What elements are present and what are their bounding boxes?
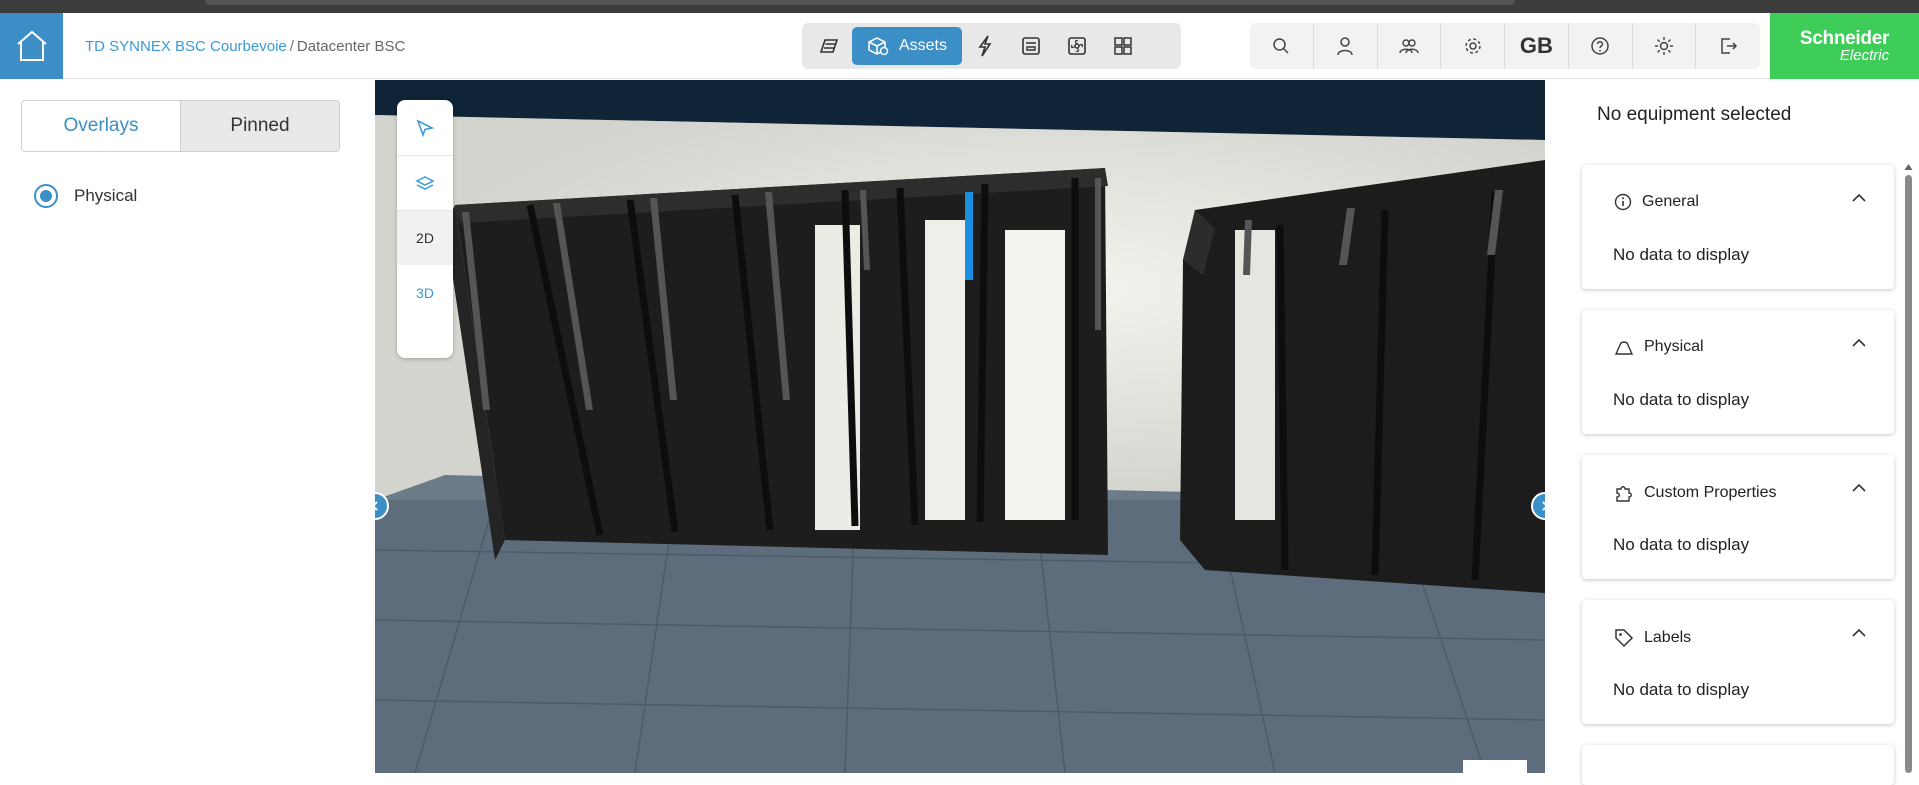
selection-status: No equipment selected — [1597, 104, 1792, 125]
brand-name-line2: Electric — [1839, 47, 1890, 64]
puzzle-icon — [1616, 486, 1632, 502]
search-button[interactable] — [1250, 23, 1314, 69]
section-general-header[interactable]: General — [1614, 193, 1699, 211]
tab-pinned[interactable]: Pinned — [180, 101, 339, 151]
physical-radio[interactable] — [34, 184, 58, 208]
overlay-tab-switch: Overlays Pinned — [21, 100, 340, 152]
select-tool-button[interactable] — [397, 100, 453, 155]
power-mode-button[interactable] — [962, 27, 1008, 65]
server-rack-row-left — [445, 168, 1108, 560]
tab-overlays[interactable]: Overlays — [22, 101, 180, 151]
left-panel: Overlays Pinned Physical — [0, 80, 375, 773]
scrollbar-thumb[interactable] — [1905, 175, 1912, 773]
viewport-toolbar: 2D 3D — [397, 100, 453, 358]
scroll-up-arrow-icon[interactable] — [1904, 163, 1913, 171]
cooling-icon — [1068, 37, 1086, 55]
section-empty-text: No data to display — [1613, 245, 1750, 264]
section-custom-properties-header[interactable]: Custom Properties — [1614, 483, 1777, 503]
section-empty-text: No data to display — [1613, 680, 1750, 699]
logout-button[interactable] — [1696, 23, 1760, 69]
chevron-left-icon — [375, 501, 378, 511]
3d-viewport[interactable]: 2D 3D — [375, 80, 1545, 773]
mode-switcher: Assets — [802, 23, 1181, 69]
section-empty-text: No data to display — [1613, 535, 1750, 554]
user-button[interactable] — [1314, 23, 1378, 69]
header-toolbar: GB — [1250, 23, 1760, 69]
layer-label: Physical — [74, 186, 138, 205]
section-general: General No data to display — [1582, 165, 1894, 289]
brand-logo: Schneider Electric — [1770, 13, 1919, 79]
settings-button[interactable] — [1441, 23, 1505, 69]
chevron-up-icon[interactable] — [1852, 193, 1866, 203]
users-icon — [1399, 39, 1419, 54]
power-icon — [978, 35, 992, 57]
browser-top-strip — [0, 0, 1919, 13]
server-rack-row-right — [1180, 160, 1545, 593]
section-physical-header[interactable]: Physical — [1614, 338, 1704, 356]
brand-name-line1: Schneider — [1799, 28, 1890, 49]
breadcrumb-site[interactable]: TD SYNNEX BSC Courbevoie — [85, 38, 287, 55]
chevron-up-icon[interactable] — [1852, 338, 1866, 348]
physical-icon — [1614, 341, 1634, 355]
section-empty-text: No data to display — [1613, 390, 1750, 409]
viewport-corner-widget — [1463, 760, 1527, 773]
breadcrumb-current: Datacenter BSC — [296, 37, 406, 55]
logout-icon — [1721, 38, 1738, 54]
home-button[interactable] — [0, 13, 63, 79]
right-panel-scrollbar[interactable] — [1904, 163, 1913, 773]
chevron-up-icon[interactable] — [1852, 483, 1866, 493]
view-3d-button[interactable]: 3D — [397, 265, 453, 320]
theme-button[interactable] — [1633, 23, 1697, 69]
network-icon — [1022, 37, 1040, 55]
assets-mode-label: Assets — [898, 37, 947, 54]
rack-mode-button[interactable] — [806, 27, 852, 65]
home-icon — [16, 30, 47, 61]
section-labels-header[interactable]: Labels — [1614, 628, 1691, 648]
layers-tool-button[interactable] — [397, 155, 453, 210]
breadcrumb-separator: / — [289, 37, 294, 55]
section-custom-properties: Custom Properties No data to display — [1582, 455, 1894, 579]
users-button[interactable] — [1378, 23, 1442, 69]
layers-icon — [415, 176, 435, 190]
breadcrumb: TD SYNNEX BSC Courbevoie / Datacenter BS… — [85, 13, 405, 79]
rack-icon — [819, 39, 839, 53]
section-labels: Labels No data to display — [1582, 600, 1894, 724]
section-title: General — [1642, 193, 1699, 210]
tag-icon — [1615, 629, 1634, 648]
app-header: TD SYNNEX BSC Courbevoie / Datacenter BS… — [0, 13, 1919, 79]
section-title: Custom Properties — [1644, 484, 1777, 501]
network-mode-button[interactable] — [1008, 27, 1054, 65]
widgets-mode-button[interactable] — [1100, 27, 1146, 65]
section-physical: Physical No data to display — [1582, 310, 1894, 434]
datacenter-3d-scene — [375, 80, 1545, 773]
cooling-mode-button[interactable] — [1054, 27, 1100, 65]
assets-icon — [868, 37, 889, 56]
language-button[interactable]: GB — [1505, 23, 1569, 69]
section-title: Labels — [1644, 629, 1692, 646]
radio-dot — [40, 190, 52, 202]
help-button[interactable] — [1569, 23, 1633, 69]
section-title: Physical — [1644, 338, 1704, 355]
info-icon — [1614, 193, 1632, 211]
chevron-up-icon[interactable] — [1852, 628, 1866, 638]
widgets-icon — [1114, 37, 1132, 55]
assets-mode-button[interactable]: Assets — [852, 27, 962, 65]
browser-tab-edge — [205, 0, 1515, 5]
search-icon — [1273, 38, 1289, 54]
view-2d-button[interactable]: 2D — [397, 210, 453, 265]
user-icon — [1337, 37, 1353, 56]
right-panel: No equipment selected General No data to… — [1545, 80, 1919, 785]
layer-item-physical[interactable]: Physical — [34, 184, 137, 208]
section-next — [1582, 745, 1894, 785]
sun-icon — [1654, 37, 1673, 55]
cursor-icon — [416, 118, 435, 137]
help-icon — [1591, 37, 1609, 55]
gear-icon — [1464, 38, 1481, 54]
